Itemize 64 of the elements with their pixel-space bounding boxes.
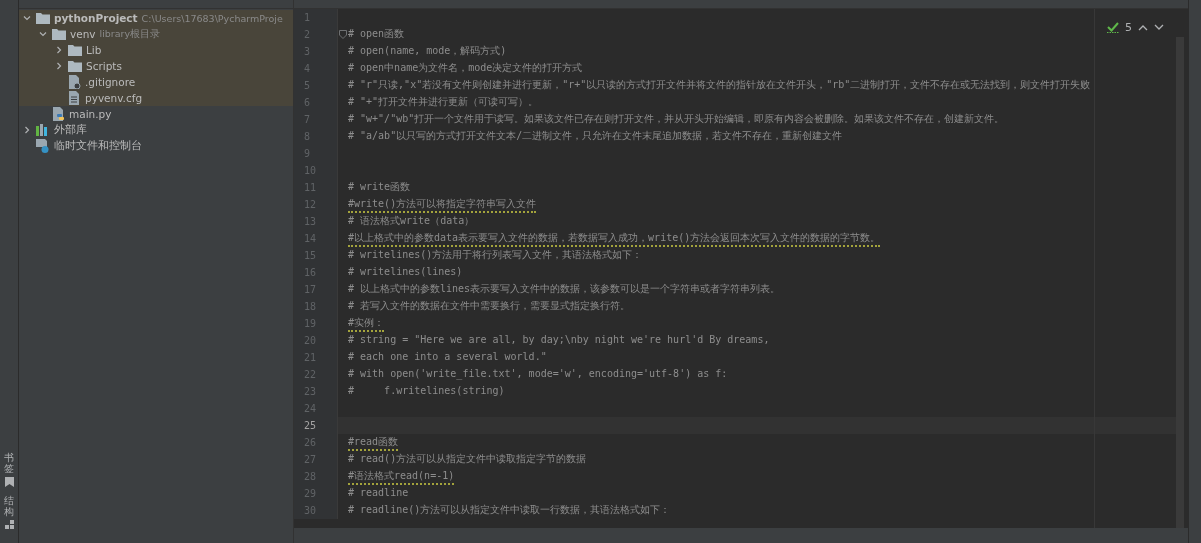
code-comment: # open函数 xyxy=(348,26,405,41)
code-comment: # write函数 xyxy=(348,179,411,194)
library-icon xyxy=(36,124,50,136)
tree-item-name: 临时文件和控制台 xyxy=(54,139,142,153)
code-comment: # string = "Here we are all, by day;\nby night we're hurl'd By dreams, xyxy=(348,334,770,347)
tree-item-name: 外部库 xyxy=(54,123,87,137)
code-comment: #实例： xyxy=(348,315,385,332)
code-comment: # open中name为文件名，mode决定文件的打开方式 xyxy=(348,60,583,75)
inspection-count[interactable]: 5 xyxy=(1125,21,1132,34)
tree-row[interactable]: .gitignore xyxy=(19,74,293,90)
tree-row[interactable]: pythonProject C:\Users\17683\PycharmProje xyxy=(19,10,293,26)
tool-window-label[interactable]: 书签 xyxy=(4,452,14,474)
folder-icon xyxy=(68,44,82,56)
tree-row[interactable]: 临时文件和控制台 xyxy=(19,138,293,154)
code-comment: # writelines(lines) xyxy=(348,266,463,279)
tree-row[interactable]: main.py xyxy=(19,106,293,122)
code-comment: #read函数 xyxy=(348,434,399,451)
collapsed-chevron-icon[interactable] xyxy=(55,46,63,54)
tree-item-hint: library根目录 xyxy=(99,27,161,41)
down-caret-icon[interactable] xyxy=(1154,24,1164,31)
code-comment: # readline xyxy=(348,487,409,500)
code-comment: # open(name, mode，解码方式) xyxy=(348,43,507,58)
folder-icon xyxy=(52,28,66,40)
tree-item-name: Lib xyxy=(86,44,102,56)
tree-row[interactable]: Scripts xyxy=(19,58,293,74)
code-comment: #以上格式中的参数data表示要写入文件的数据，若数据写入成功，write()方法会返回本次写入文件的数据的字节数。 xyxy=(348,230,881,247)
collapsed-chevron-icon[interactable] xyxy=(55,62,63,70)
code-comment: # f.writelines(string) xyxy=(348,385,505,398)
tree-item-name: .gitignore xyxy=(85,76,136,88)
up-caret-icon[interactable] xyxy=(1138,24,1148,31)
folder-icon xyxy=(68,60,82,72)
folder-icon xyxy=(36,12,50,24)
tree-row[interactable]: 外部库 xyxy=(19,122,293,138)
tree-row[interactable]: pyvenv.cfg xyxy=(19,90,293,106)
code-comment: #write()方法可以将指定字符串写入文件 xyxy=(348,196,537,213)
expanded-chevron-icon[interactable] xyxy=(23,14,31,22)
python-file-icon xyxy=(52,107,65,121)
code-comment: # 若写入文件的数据在文件中需要换行，需要显式指定换行符。 xyxy=(348,298,631,313)
tree-row[interactable]: Lib xyxy=(19,42,293,58)
tree-row[interactable]: venv library根目录 xyxy=(19,26,293,42)
tree-item-name: pythonProject xyxy=(54,12,138,24)
code-comment: # 语法格式write（data） xyxy=(348,213,475,228)
code-comment: # "+"打开文件并进行更新（可读可写）。 xyxy=(348,94,539,109)
collapsed-chevron-icon[interactable] xyxy=(23,126,31,134)
code-comment: # writelines()方法用于将行列表写入文件，其语法格式如下： xyxy=(348,247,643,262)
expanded-chevron-icon[interactable] xyxy=(39,30,47,38)
tree-item-name: Scripts xyxy=(86,60,122,72)
code-comment: # each one into a several world." xyxy=(348,351,547,364)
code-comment: # with open('write_file.txt', mode='w', encoding='utf-8') as f: xyxy=(348,368,728,381)
fold-marker-icon[interactable] xyxy=(339,30,347,39)
code-comment: # readline()方法可以从指定文件中读取一行数据，其语法格式如下： xyxy=(348,502,671,517)
text-file-icon xyxy=(68,91,81,105)
tool-window-label[interactable]: 结构 xyxy=(4,495,14,517)
tree-item-name: venv xyxy=(70,28,96,40)
code-comment: # read()方法可以从指定文件中读取指定字节的数据 xyxy=(348,451,587,466)
check-icon[interactable] xyxy=(1107,22,1119,33)
code-comment: #语法格式read(n=-1) xyxy=(348,468,455,485)
ignored-file-icon xyxy=(68,75,81,89)
tree-item-hint: C:\Users\17683\PycharmProje xyxy=(141,12,283,24)
bookmark-icon[interactable] xyxy=(4,477,14,487)
structure-icon[interactable] xyxy=(4,520,14,529)
tree-item-name: pyvenv.cfg xyxy=(85,92,143,104)
tree-item-name: main.py xyxy=(69,108,112,120)
scratch-file-icon xyxy=(36,139,50,153)
